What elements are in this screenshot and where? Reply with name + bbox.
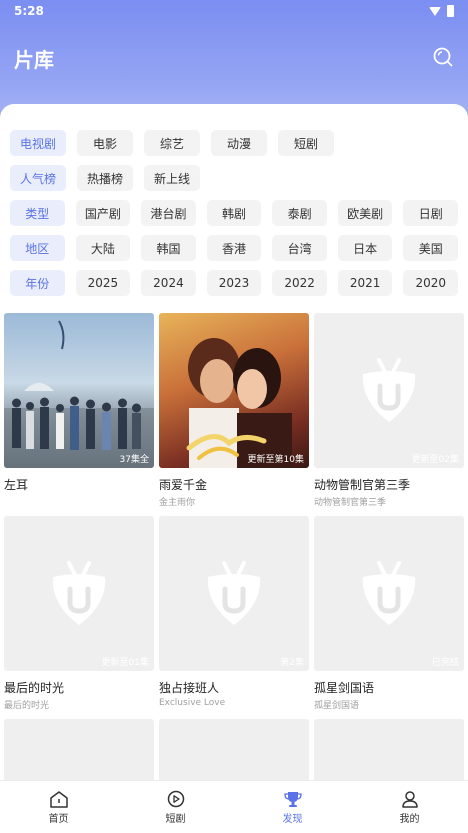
cast-photo-image <box>4 320 154 468</box>
chip-year[interactable]: 2022 <box>272 270 327 296</box>
poster-placeholder: 第2集 <box>159 516 309 671</box>
chip-category[interactable]: 动漫 <box>211 130 267 156</box>
card-title: 孤星剑国语 <box>314 681 375 695</box>
chip-region[interactable]: 韩国 <box>141 235 196 261</box>
filter-row-genre: 类型 国产剧 港台剧 韩剧 泰剧 欧美剧 日剧 <box>10 200 459 226</box>
home-icon <box>49 791 68 808</box>
video-card[interactable]: 更新至02集 动物管制官第三季 动物管制官第三季 <box>314 313 464 508</box>
chip-genre[interactable]: 欧美剧 <box>337 200 393 226</box>
chip-year-label[interactable]: 年份 <box>10 270 65 296</box>
tab-home[interactable]: 首页 <box>0 781 117 833</box>
chip-year[interactable]: 2025 <box>75 270 131 296</box>
couple-photo-image <box>186 338 292 468</box>
video-card[interactable]: 第2集 独占接班人 Exclusive Love <box>159 516 309 708</box>
card-title: 左耳 <box>4 478 29 492</box>
chip-year[interactable]: 2020 <box>403 270 459 296</box>
status-icons <box>429 5 454 17</box>
chip-category[interactable]: 短剧 <box>278 130 334 156</box>
card-title: 动物管制官第三季 <box>314 478 411 492</box>
chip-year[interactable]: 2021 <box>337 270 393 296</box>
chip-genre[interactable]: 韩剧 <box>206 200 262 226</box>
card-title: 最后的时光 <box>4 681 65 695</box>
chip-category[interactable]: 电影 <box>77 130 133 156</box>
chip-genre[interactable]: 国产剧 <box>75 200 131 226</box>
wifi-icon <box>429 6 441 16</box>
chip-sort[interactable]: 热播榜 <box>77 165 133 191</box>
video-card[interactable]: 已完结 孤星剑国语 孤星剑国语 <box>314 516 464 711</box>
user-icon <box>401 791 418 808</box>
tab-short-label: 短剧 <box>165 814 186 825</box>
chip-genre[interactable]: 日剧 <box>403 200 459 226</box>
video-card[interactable]: 更新至01集 最后的时光 最后的时光 <box>4 516 154 711</box>
video-card[interactable]: 37集全 左耳 <box>4 313 154 495</box>
tv-logo-icon <box>362 560 416 625</box>
poster-placeholder <box>314 719 464 780</box>
poster-placeholder: 已完结 <box>314 516 464 671</box>
status-bar: 5:28 <box>14 4 454 24</box>
card-title: 雨爱千金 <box>159 478 208 492</box>
card-subtitle: Exclusive Love <box>159 698 226 708</box>
episode-badge: 第2集 <box>280 658 304 668</box>
poster-image: 37集全 <box>4 313 154 468</box>
tab-home-label: 首页 <box>48 814 69 825</box>
poster-placeholder <box>4 719 154 780</box>
tab-mine[interactable]: 我的 <box>351 781 468 833</box>
video-card[interactable]: 更新至第10集 雨爱千金 金主雨你 <box>159 313 309 508</box>
chip-year[interactable]: 2024 <box>141 270 196 296</box>
episode-badge: 已完结 <box>431 658 459 668</box>
episode-badge: 更新至第10集 <box>247 455 304 465</box>
video-card[interactable] <box>159 719 309 780</box>
chip-genre[interactable]: 港台剧 <box>141 200 196 226</box>
tab-discover[interactable]: 发现 <box>234 781 351 833</box>
filter-row-category: 电视剧 电影 综艺 动漫 短剧 <box>10 130 458 156</box>
filter-row-sort: 人气榜 热播榜 新上线 <box>10 165 458 191</box>
episode-badge: 37集全 <box>119 455 149 465</box>
tv-logo-icon <box>207 560 261 625</box>
chip-region-label[interactable]: 地区 <box>10 235 65 261</box>
chip-year[interactable]: 2023 <box>206 270 262 296</box>
card-subtitle: 动物管制官第三季 <box>314 498 387 508</box>
trophy-icon <box>283 792 302 807</box>
search-icon <box>433 47 453 67</box>
chip-region[interactable]: 台湾 <box>272 235 327 261</box>
chip-sort[interactable]: 新上线 <box>144 165 200 191</box>
page-title: 片库 <box>14 48 54 72</box>
card-subtitle: 金主雨你 <box>159 498 196 508</box>
content-panel: 电视剧 电影 综艺 动漫 短剧 人气榜 热播榜 新上线 类型 国产剧 港台剧 韩… <box>0 104 468 780</box>
poster-image: 更新至第10集 <box>159 313 309 468</box>
chip-category[interactable]: 电视剧 <box>10 130 66 156</box>
filter-row-year: 年份 2025 2024 2023 2022 2021 2020 <box>10 270 459 296</box>
video-card[interactable] <box>314 719 464 780</box>
chip-region[interactable]: 日本 <box>337 235 393 261</box>
play-circle-icon <box>167 790 184 808</box>
tv-logo-icon <box>52 560 106 625</box>
card-subtitle: 孤星剑国语 <box>314 701 360 711</box>
poster-placeholder: 更新至02集 <box>314 313 464 468</box>
chip-region[interactable]: 大陆 <box>75 235 131 261</box>
card-title: 独占接班人 <box>159 681 220 695</box>
tab-mine-label: 我的 <box>399 814 420 825</box>
poster-placeholder <box>159 719 309 780</box>
status-time: 5:28 <box>14 4 44 18</box>
chip-genre[interactable]: 泰剧 <box>272 200 327 226</box>
episode-badge: 更新至01集 <box>101 658 149 668</box>
search-button[interactable] <box>432 46 454 68</box>
video-card[interactable] <box>4 719 154 780</box>
chip-category[interactable]: 综艺 <box>144 130 200 156</box>
tv-logo-icon <box>362 357 416 422</box>
filter-row-region: 地区 大陆 韩国 香港 台湾 日本 美国 <box>10 235 459 261</box>
poster-placeholder: 更新至01集 <box>4 516 154 671</box>
chip-genre-label[interactable]: 类型 <box>10 200 65 226</box>
tab-short[interactable]: 短剧 <box>117 781 234 833</box>
battery-icon <box>447 5 454 17</box>
card-subtitle: 最后的时光 <box>4 701 50 711</box>
episode-badge: 更新至02集 <box>411 455 459 465</box>
chip-sort[interactable]: 人气榜 <box>10 165 66 191</box>
chip-region[interactable]: 美国 <box>403 235 459 261</box>
chip-region[interactable]: 香港 <box>206 235 262 261</box>
tab-discover-label: 发现 <box>282 814 303 825</box>
bottom-tab-bar: 首页 短剧 发现 我的 <box>0 780 468 833</box>
filter-section: 电视剧 电影 综艺 动漫 短剧 人气榜 热播榜 新上线 类型 国产剧 港台剧 韩… <box>0 104 468 296</box>
